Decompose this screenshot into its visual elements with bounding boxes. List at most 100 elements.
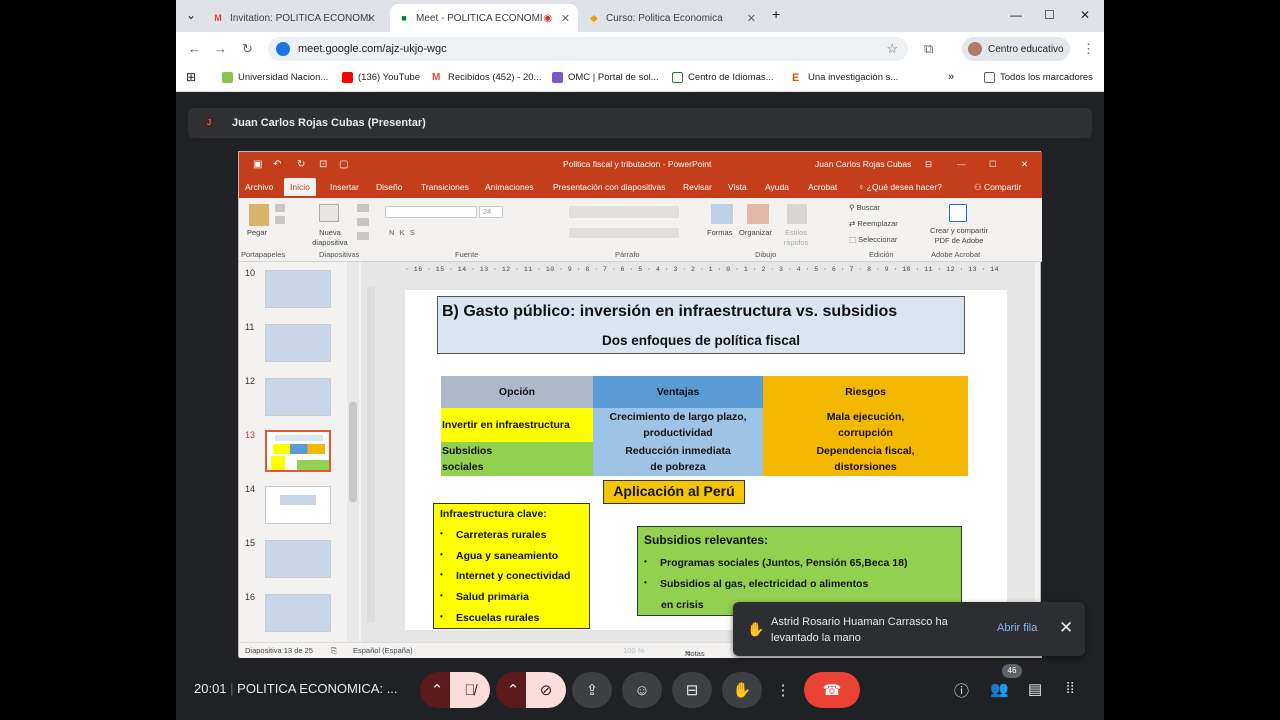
toast-close-icon[interactable]: ✕: [1059, 618, 1073, 638]
slide-thumbnail: [265, 270, 331, 308]
menu-inicio: Inicio: [284, 178, 316, 196]
profile-label: Centro educativo: [988, 43, 1064, 55]
recording-icon: ◉: [543, 12, 552, 24]
font-name-box: [385, 206, 477, 218]
idiomas-icon: [672, 72, 683, 83]
bookmark-item[interactable]: Universidad Nacion...: [222, 72, 328, 83]
profile-button[interactable]: Centro educativo: [962, 37, 1070, 61]
raised-hand-toast: ✋ Astrid Rosario Huaman Carrasco ha leva…: [733, 602, 1085, 656]
slide: B) Gasto público: inversión en infraestr…: [405, 290, 1007, 630]
menu-tell-me: ♀ ¿Qué desea hacer?: [858, 182, 942, 192]
menu-vista: Vista: [728, 182, 747, 192]
lightbulb-icon: ♀: [858, 182, 867, 192]
new-file-icon: ▢: [339, 159, 349, 170]
ppt-maximize-icon: ☐: [989, 159, 997, 169]
maximize-icon[interactable]: ☐: [1044, 8, 1055, 22]
new-tab-icon[interactable]: +: [772, 6, 780, 22]
bookmark-item[interactable]: OMC | Portal de sol...: [552, 72, 659, 83]
tab-label: Curso: Politica Economica: [606, 12, 723, 24]
tab-curso[interactable]: ◆ Curso: Politica Economica ✕: [580, 4, 764, 32]
reload-icon[interactable]: ↻: [242, 41, 253, 57]
emoji-button[interactable]: ☺: [622, 672, 662, 708]
paste-label: Pegar: [247, 228, 268, 237]
chat-icon[interactable]: ▤: [1028, 680, 1042, 698]
star-icon[interactable]: ☆: [886, 41, 898, 57]
ppt-window-title: Politica fiscal y tributacion - PowerPoi…: [563, 159, 712, 169]
acrobat-label: Crear y compartir PDF de Adobe: [930, 226, 988, 245]
slide-thumbnail: [265, 594, 331, 632]
activities-icon[interactable]: ⁞⁞: [1066, 680, 1074, 697]
tab-search-icon[interactable]: ⌄: [186, 8, 196, 22]
mic-toggle-button[interactable]: 🎙̸: [450, 672, 490, 708]
slide-thumbnail: [265, 324, 331, 362]
info-icon[interactable]: ⓘ: [954, 680, 969, 701]
menu-ayuda: Ayuda: [765, 182, 789, 192]
vertical-ruler: [367, 286, 375, 622]
more-bookmarks-icon[interactable]: »: [948, 71, 954, 83]
open-queue-button[interactable]: Abrir fila: [997, 622, 1037, 634]
captions-icon: ⊟: [685, 682, 699, 699]
bookmark-item[interactable]: (136) YouTube: [342, 72, 420, 83]
arrange-label: Organizar: [739, 228, 772, 237]
table-cell: Reducción inmediata de pobreza: [593, 442, 763, 476]
font-size-value: 24: [483, 207, 492, 216]
leave-call-button[interactable]: ☎: [804, 672, 860, 708]
camera-toggle-button[interactable]: ⊘: [526, 672, 566, 708]
start-slideshow-icon: ⊡: [319, 159, 328, 170]
url-input[interactable]: meet.google.com/ajz-ukjo-wgc ☆: [268, 37, 908, 61]
person-icon: ⚇: [974, 182, 984, 192]
participants-badge: 46: [1002, 664, 1022, 678]
find-button: ⚲ Buscar: [849, 203, 880, 212]
close-icon[interactable]: ✕: [561, 12, 570, 25]
list-item-continuation: en crisis: [661, 599, 704, 611]
thumb-scrollbar: [347, 262, 359, 642]
hand-icon: ✋: [747, 621, 765, 637]
section-icon: [357, 232, 369, 240]
infrastructure-box: Infraestructura clave: Carreteras rurale…: [433, 503, 590, 629]
avatar: [968, 42, 982, 56]
site-info-icon[interactable]: [276, 42, 290, 56]
raise-hand-button[interactable]: ✋: [722, 672, 762, 708]
list-item: Internet y conectividad: [440, 570, 570, 582]
menu-icon[interactable]: ⋮: [1082, 41, 1095, 57]
people-icon[interactable]: 👥: [990, 680, 1009, 698]
slide-thumbnail-selected: [265, 430, 331, 472]
group-font: Fuente: [455, 250, 479, 259]
presenter-name: Juan Carlos Rojas Cubas (Presentar): [232, 117, 426, 129]
audio-options-button[interactable]: ⌃: [420, 672, 454, 708]
list-item: Subsidios al gas, electricidad o aliment…: [644, 578, 868, 590]
subs-title: Subsidios relevantes:: [644, 533, 769, 547]
new-slide-label: Nueva diapositiva: [312, 228, 348, 247]
ppt-title-bar: ▣ ↶ ↻ ⊡ ▢ Politica fiscal y tributacion …: [239, 152, 1042, 176]
minimize-icon[interactable]: —: [1010, 8, 1022, 22]
apps-icon[interactable]: ⊞: [186, 70, 196, 84]
extensions-icon[interactable]: ⧉: [924, 41, 933, 57]
ribbon-options-icon: ⊟: [925, 159, 933, 169]
window-close-icon[interactable]: ✕: [1080, 8, 1090, 22]
bookmark-item[interactable]: Centro de Idiomas...: [672, 72, 774, 83]
close-icon[interactable]: ✕: [747, 12, 756, 25]
table-cell: Crecimiento de largo plazo, productivida…: [593, 408, 763, 442]
reset-icon: [357, 218, 369, 226]
forward-icon[interactable]: →: [214, 41, 227, 56]
thumb-number: 10: [245, 268, 256, 278]
close-icon[interactable]: ✕: [367, 12, 376, 25]
group-editing: Edición: [869, 250, 894, 259]
bookmark-item[interactable]: E Una investigación s...: [792, 72, 898, 84]
toast-message: Astrid Rosario Huaman Carrasco ha levant…: [771, 616, 948, 644]
menu-acrobat: Acrobat: [808, 182, 838, 192]
tab-meet[interactable]: ■ Meet - POLITICA ECONOMI ◉ ✕: [390, 4, 578, 32]
present-button[interactable]: ⇪: [572, 672, 612, 708]
tab-invitation[interactable]: M Invitation: POLITICA ECONOMI ✕: [204, 4, 384, 32]
all-bookmarks[interactable]: Todos los marcadores: [984, 72, 1093, 83]
captions-button[interactable]: ⊟: [672, 672, 712, 708]
list-item: Escuelas rurales: [440, 612, 540, 624]
shapes-icon: [711, 204, 733, 224]
thumb-number: 11: [245, 322, 255, 332]
more-options-button[interactable]: ⋮: [772, 672, 794, 708]
thumb-number: 13: [245, 430, 256, 440]
meet-controls: 20:01 | POLITICA ECONOMICA: ... ⌃ 🎙̸ ⌃ ⊘…: [176, 664, 1104, 720]
bookmark-item[interactable]: M Recibidos (452) - 20...: [432, 72, 541, 83]
back-icon[interactable]: ←: [188, 41, 201, 56]
video-options-button[interactable]: ⌃: [496, 672, 530, 708]
